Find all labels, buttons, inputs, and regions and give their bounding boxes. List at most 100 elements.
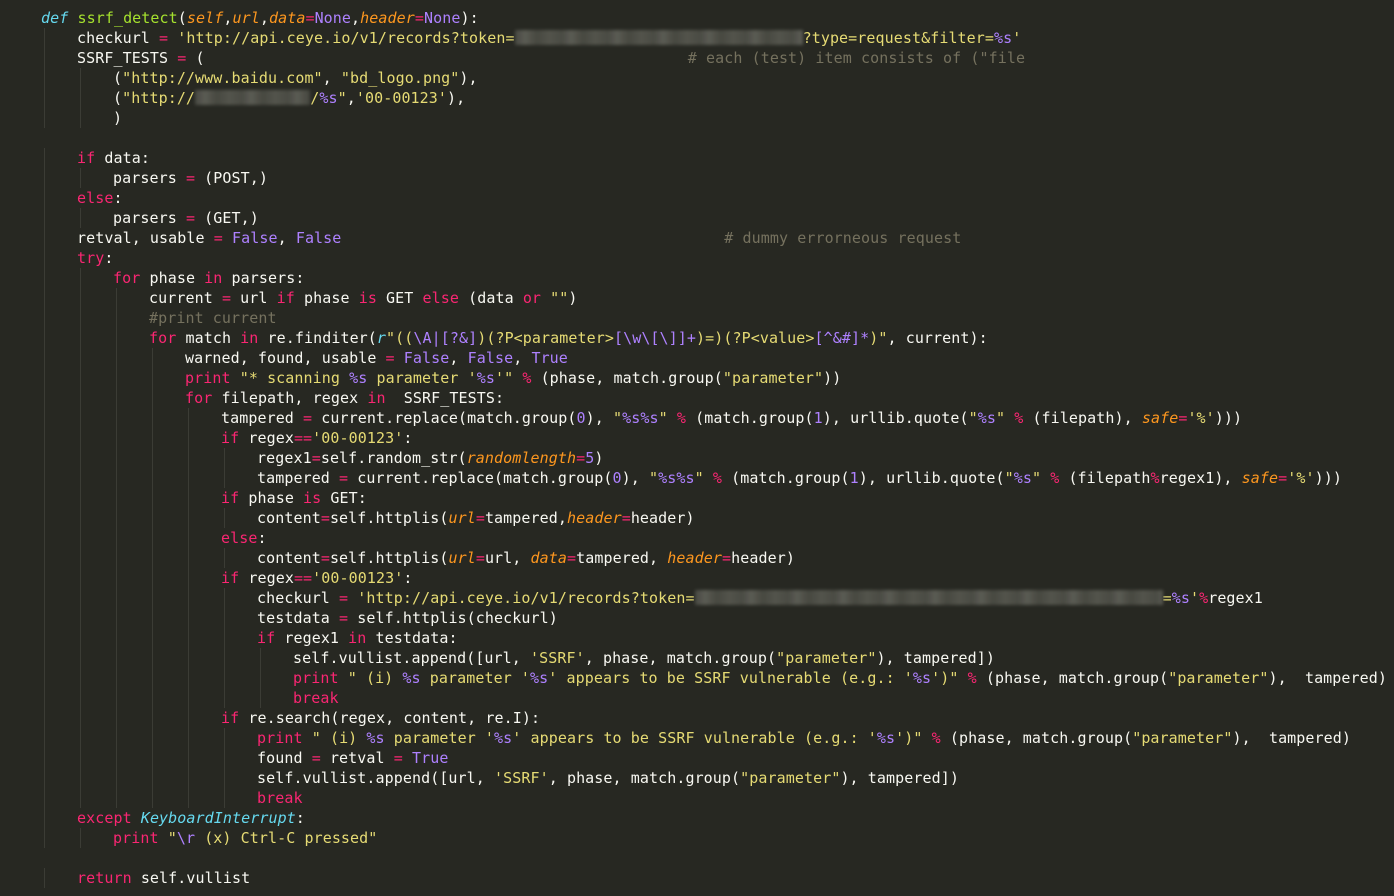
- code-line[interactable]: content=self.httplis(url=url, data=tampe…: [0, 548, 1394, 568]
- indent-guide: [80, 588, 81, 608]
- code-text: print " (i) %s parameter '%s' appears to…: [257, 728, 1351, 748]
- indent-guide: [44, 748, 45, 768]
- indent-guide: [224, 668, 225, 688]
- code-token: None: [423, 9, 461, 27]
- indent-guide: [44, 708, 45, 728]
- code-line[interactable]: content=self.httplis(url=tampered,header…: [0, 508, 1394, 528]
- code-editor[interactable]: def ssrf_detect(self,url,data=None,heade…: [0, 0, 1394, 896]
- code-line[interactable]: ): [0, 108, 1394, 128]
- code-line[interactable]: current = url if phase is GET else (data…: [0, 288, 1394, 308]
- code-token: =: [393, 749, 403, 767]
- code-text: retval, usable = False, False # dummy er…: [77, 228, 961, 248]
- code-line[interactable]: print " (i) %s parameter '%s' appears to…: [0, 728, 1394, 748]
- code-token: r: [376, 329, 387, 347]
- code-token: url: [231, 289, 277, 307]
- code-line[interactable]: testdata = self.httplis(checkurl): [0, 608, 1394, 628]
- code-line[interactable]: print " (i) %s parameter '%s' appears to…: [0, 668, 1394, 688]
- code-line[interactable]: parsers = (GET,): [0, 208, 1394, 228]
- code-line[interactable]: return self.vullist: [0, 868, 1394, 888]
- code-line[interactable]: except KeyboardInterrupt:: [0, 808, 1394, 828]
- indent-guide: [188, 408, 189, 428]
- code-token: self.httplis(checkurl): [348, 609, 558, 627]
- code-line[interactable]: break: [0, 688, 1394, 708]
- code-token: %s: [349, 369, 368, 387]
- code-text: ("http:// /%s",'00-00123'),: [113, 88, 465, 108]
- code-line[interactable]: regex1=self.random_str(randomlength=5): [0, 448, 1394, 468]
- code-line[interactable]: if regex1 in testdata:: [0, 628, 1394, 648]
- code-token: ), tampered]): [840, 769, 959, 787]
- indent-guide: [44, 48, 45, 68]
- code-token: self: [186, 9, 224, 27]
- code-line[interactable]: checkurl = 'http://api.ceye.io/v1/record…: [0, 28, 1394, 48]
- code-line[interactable]: try:: [0, 248, 1394, 268]
- code-line[interactable]: else:: [0, 528, 1394, 548]
- code-line[interactable]: print "* scanning %s parameter '%s'" % (…: [0, 368, 1394, 388]
- code-token: %: [967, 669, 977, 687]
- indent-guide: [80, 388, 81, 408]
- code-line[interactable]: SSRF_TESTS = ( # each (test) item consis…: [0, 48, 1394, 68]
- code-token: testdata: [257, 609, 340, 627]
- code-line[interactable]: print "\r (x) Ctrl-C pressed": [0, 828, 1394, 848]
- code-line[interactable]: [0, 128, 1394, 148]
- code-line[interactable]: if data:: [0, 148, 1394, 168]
- code-line[interactable]: for phase in parsers:: [0, 268, 1394, 288]
- code-line[interactable]: for match in re.finditer(r"((\A|[?&])(?P…: [0, 328, 1394, 348]
- code-line[interactable]: ("http://www.baidu.com", "bd_logo.png"),: [0, 68, 1394, 88]
- code-token: %s: [994, 29, 1013, 47]
- code-line[interactable]: parsers = (POST,): [0, 168, 1394, 188]
- indent-guide: [44, 148, 45, 168]
- code-line[interactable]: for filepath, regex in SSRF_TESTS:: [0, 388, 1394, 408]
- code-line[interactable]: #print current: [0, 308, 1394, 328]
- code-line[interactable]: checkurl = 'http://api.ceye.io/v1/record…: [0, 588, 1394, 608]
- code-token: ": [968, 409, 978, 427]
- code-token: (phase, match.group(: [531, 369, 723, 387]
- code-line[interactable]: warned, found, usable = False, False, Tr…: [0, 348, 1394, 368]
- code-token: 5: [585, 449, 595, 467]
- code-line[interactable]: ("http:// /%s",'00-00123'),: [0, 88, 1394, 108]
- code-token: if: [77, 149, 96, 167]
- code-line[interactable]: retval, usable = False, False # dummy er…: [0, 228, 1394, 248]
- code-line[interactable]: self.vullist.append([url, 'SSRF', phase,…: [0, 768, 1394, 788]
- code-text: ): [113, 108, 122, 128]
- code-token: ): [568, 289, 578, 307]
- code-token: "http://: [122, 89, 196, 107]
- code-token: data:: [95, 149, 150, 167]
- indent-guide: [80, 548, 81, 568]
- indent-guide: [116, 688, 117, 708]
- code-text: def ssrf_detect(self,url,data=None,heade…: [41, 8, 479, 28]
- code-token: )(?P<parameter>: [477, 329, 614, 347]
- code-token: False: [403, 349, 450, 367]
- indent-guide: [152, 788, 153, 808]
- code-token: ):: [460, 9, 479, 27]
- code-line[interactable]: else:: [0, 188, 1394, 208]
- code-line[interactable]: self.vullist.append([url, 'SSRF', phase,…: [0, 648, 1394, 668]
- code-line[interactable]: if phase is GET:: [0, 488, 1394, 508]
- code-token: (match.group(: [685, 409, 814, 427]
- code-token: ),: [621, 469, 650, 487]
- indent-guide: [44, 248, 45, 268]
- code-line[interactable]: tampered = current.replace(match.group(0…: [0, 408, 1394, 428]
- code-token: (x) Ctrl-C pressed": [195, 829, 378, 847]
- code-line[interactable]: if regex=='00-00123':: [0, 568, 1394, 588]
- indent-guide: [116, 448, 117, 468]
- code-token: header: [566, 509, 622, 527]
- code-line[interactable]: if re.search(regex, content, re.I):: [0, 708, 1394, 728]
- indent-guide: [116, 508, 117, 528]
- code-token: %s: [912, 669, 932, 687]
- code-line[interactable]: if regex=='00-00123':: [0, 428, 1394, 448]
- code-token: ))): [1314, 469, 1342, 487]
- code-token: %s%s: [658, 469, 695, 487]
- code-token: \A|[?&]: [413, 329, 478, 347]
- code-token: ": [1004, 469, 1014, 487]
- code-line[interactable]: [0, 848, 1394, 868]
- code-line[interactable]: found = retval = True: [0, 748, 1394, 768]
- code-token: " (i): [347, 669, 403, 687]
- indent-guide: [80, 488, 81, 508]
- code-token: ": [167, 829, 177, 847]
- code-line[interactable]: break: [0, 788, 1394, 808]
- indent-guide: [44, 368, 45, 388]
- code-line[interactable]: tampered = current.replace(match.group(0…: [0, 468, 1394, 488]
- code-token: # each (test) item consists of ("file: [687, 49, 1026, 67]
- code-line[interactable]: def ssrf_detect(self,url,data=None,heade…: [0, 8, 1394, 28]
- code-token: else: [221, 529, 258, 547]
